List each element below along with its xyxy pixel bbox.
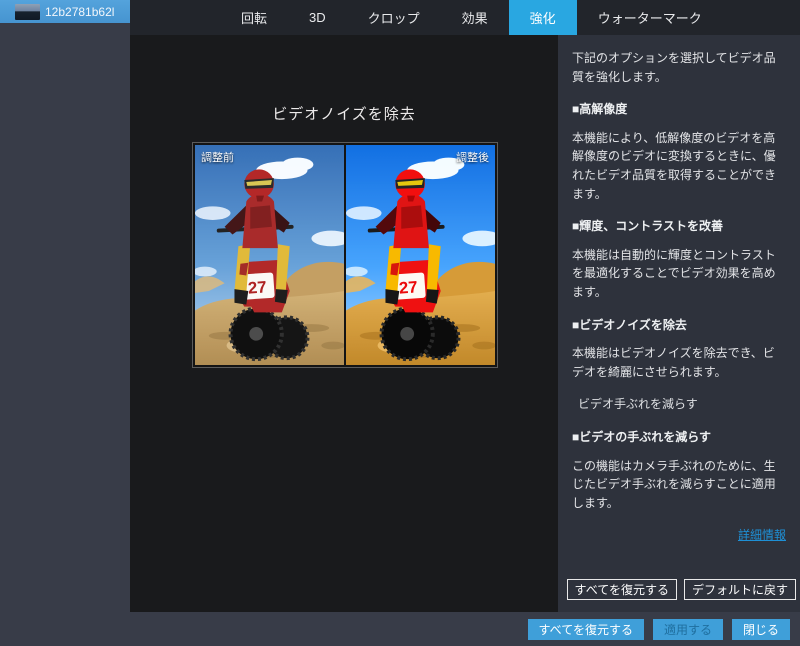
restore-all-button[interactable]: すべてを復元する xyxy=(528,619,644,640)
after-label: 調整後 xyxy=(456,149,489,165)
media-list-sidebar: 12b2781b62l xyxy=(0,0,130,612)
preview-area: ビデオノイズを除去 xyxy=(130,35,558,612)
tab-enhance[interactable]: 強化 xyxy=(509,0,577,35)
section-heading-stabilize: ■ビデオの手ぶれを減らす xyxy=(572,428,786,447)
media-list-item-selected[interactable]: 12b2781b62l xyxy=(0,0,130,23)
section-body-denoise: 本機能はビデオノイズを除去でき、ビデオを綺麗にさせられます。 xyxy=(572,344,786,381)
tab-3d[interactable]: 3D xyxy=(288,0,347,35)
apply-button[interactable]: 適用する xyxy=(653,619,723,640)
motocross-scene-after xyxy=(346,145,495,365)
section-heading-shake-plain: ビデオ手ぶれを減らす xyxy=(578,395,786,414)
before-after-compare: 調整前 調整後 xyxy=(192,142,498,368)
close-button[interactable]: 閉じる xyxy=(732,619,790,640)
section-body-resolution: 本機能により、低解像度のビデオを高解像度のビデオに変換するときに、優れたビデオ品… xyxy=(572,129,786,203)
video-thumbnail xyxy=(15,4,40,20)
tab-crop[interactable]: クロップ xyxy=(347,0,441,35)
motocross-scene-before xyxy=(195,145,344,365)
preview-title: ビデオノイズを除去 xyxy=(130,103,558,124)
enhance-options-panel: 下記のオプションを選択してビデオ品質を強化します。 ■高解像度 本機能により、低… xyxy=(558,35,800,612)
section-body-brightness: 本機能は自動的に輝度とコントラストを最適化することでビデオ効果を高めます。 xyxy=(572,246,786,302)
details-link[interactable]: 詳細情報 xyxy=(572,526,786,545)
after-image: 調整後 xyxy=(346,145,495,365)
edit-tab-bar: 回転 3D クロップ 効果 強化 ウォーターマーク xyxy=(130,0,800,35)
bottom-action-bar: すべてを復元する 適用する 閉じる xyxy=(0,612,800,646)
panel-restore-all-button[interactable]: すべてを復元する xyxy=(567,579,677,600)
tab-rotate[interactable]: 回転 xyxy=(220,0,288,35)
section-heading-denoise: ■ビデオノイズを除去 xyxy=(572,316,786,335)
tab-effect[interactable]: 効果 xyxy=(441,0,509,35)
panel-reset-default-button[interactable]: デフォルトに戻す xyxy=(684,579,796,600)
before-image: 調整前 xyxy=(195,145,344,365)
video-enhance-window: 12b2781b62l 回転 3D クロップ 効果 強化 ウォーターマーク ビデ… xyxy=(0,0,800,646)
section-heading-resolution: ■高解像度 xyxy=(572,100,786,119)
panel-intro: 下記のオプションを選択してビデオ品質を強化します。 xyxy=(572,49,786,86)
video-filename: 12b2781b62l xyxy=(45,5,114,19)
section-body-stabilize: この機能はカメラ手ぶれのために、生じたビデオ手ぶれを減らすことに適用します。 xyxy=(572,457,786,513)
section-heading-brightness: ■輝度、コントラストを改善 xyxy=(572,217,786,236)
before-label: 調整前 xyxy=(201,149,234,165)
panel-button-row: すべてを復元する デフォルトに戻す xyxy=(558,579,800,600)
tab-watermark[interactable]: ウォーターマーク xyxy=(577,0,723,35)
